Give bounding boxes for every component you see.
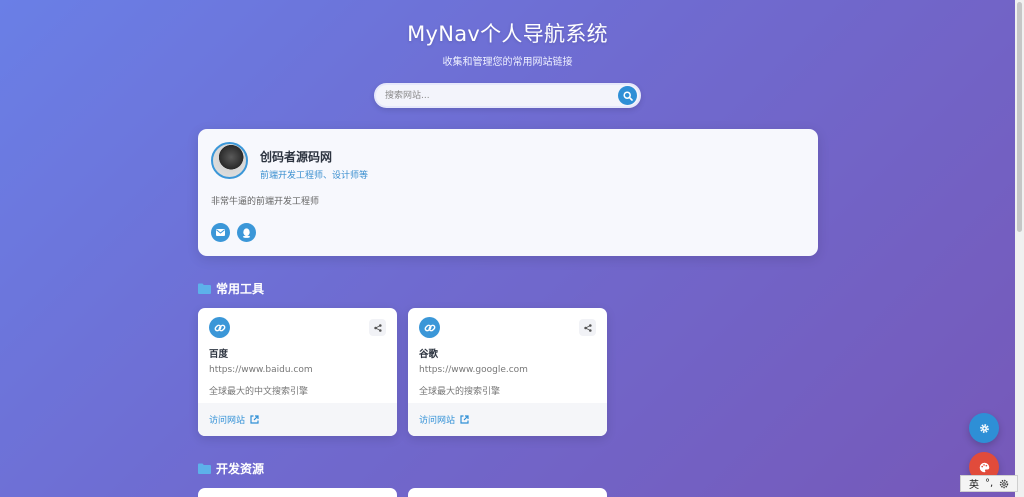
settings-button[interactable] [969,413,999,443]
visit-site-link[interactable]: 访问网站 [408,403,607,436]
card-title: 谷歌 [419,349,439,360]
site-card-baidu: 百度 https://www.baidu.com 全球最大的中文搜索引擎 访问网… [198,308,397,436]
gear-icon [979,423,989,433]
avatar [211,142,248,179]
qq-icon [242,227,251,238]
profile-description: 非常牛逼的前端开发工程师 [211,197,320,207]
visit-site-link[interactable]: 访问网站 [198,403,397,436]
visit-site-label: 访问网站 [209,416,246,426]
profile-name: 创码者源码网 [260,150,333,164]
card-description: 全球最大的搜索引擎 [419,387,501,397]
page-subtitle: 收集和管理您的常用网站链接 [442,57,573,68]
share-button[interactable] [369,319,386,336]
palette-icon [979,462,989,472]
ime-settings-icon[interactable] [999,479,1009,489]
ime-toolbar[interactable]: 英 °, [960,475,1018,492]
page-scrollbar[interactable] [1015,0,1024,497]
email-button[interactable] [211,223,230,242]
profile-role: 前端开发工程师、设计师等 [260,171,369,181]
scrollbar-thumb[interactable] [1017,2,1022,232]
folder-icon [198,283,211,294]
site-card-partial [408,488,607,497]
external-link-icon [460,415,469,424]
search-icon [622,90,633,101]
page: MyNav个人导航系统 收集和管理您的常用网站链接 创码者源码网 前端开发工程师… [0,0,1015,497]
share-icon [373,323,382,332]
qq-button[interactable] [237,223,256,242]
link-icon-badge [209,317,230,338]
page-title: MyNav个人导航系统 [407,22,608,46]
section-header-dev: 开发资源 [198,460,264,477]
site-card-google: 谷歌 https://www.google.com 全球最大的搜索引擎 访问网站 [408,308,607,436]
section-header-tools: 常用工具 [198,280,264,297]
visit-site-label: 访问网站 [419,416,456,426]
link-icon-badge [419,317,440,338]
site-card-partial [198,488,397,497]
search-bar [374,83,641,108]
link-icon [214,324,225,331]
share-button[interactable] [579,319,596,336]
link-icon [424,324,435,331]
section-title: 常用工具 [216,282,265,296]
section-title: 开发资源 [216,462,265,476]
card-title: 百度 [209,349,229,360]
external-link-icon [250,415,259,424]
card-url: https://www.google.com [419,365,528,375]
search-input[interactable] [385,88,605,104]
folder-icon [198,463,211,474]
card-url: https://www.baidu.com [209,365,313,375]
profile-card: 创码者源码网 前端开发工程师、设计师等 非常牛逼的前端开发工程师 [198,129,818,256]
card-description: 全球最大的中文搜索引擎 [209,387,309,397]
email-icon [216,229,225,236]
ime-punctuation[interactable]: °, [985,478,993,489]
search-button[interactable] [618,86,637,105]
share-icon [583,323,592,332]
ime-language[interactable]: 英 [969,476,979,491]
